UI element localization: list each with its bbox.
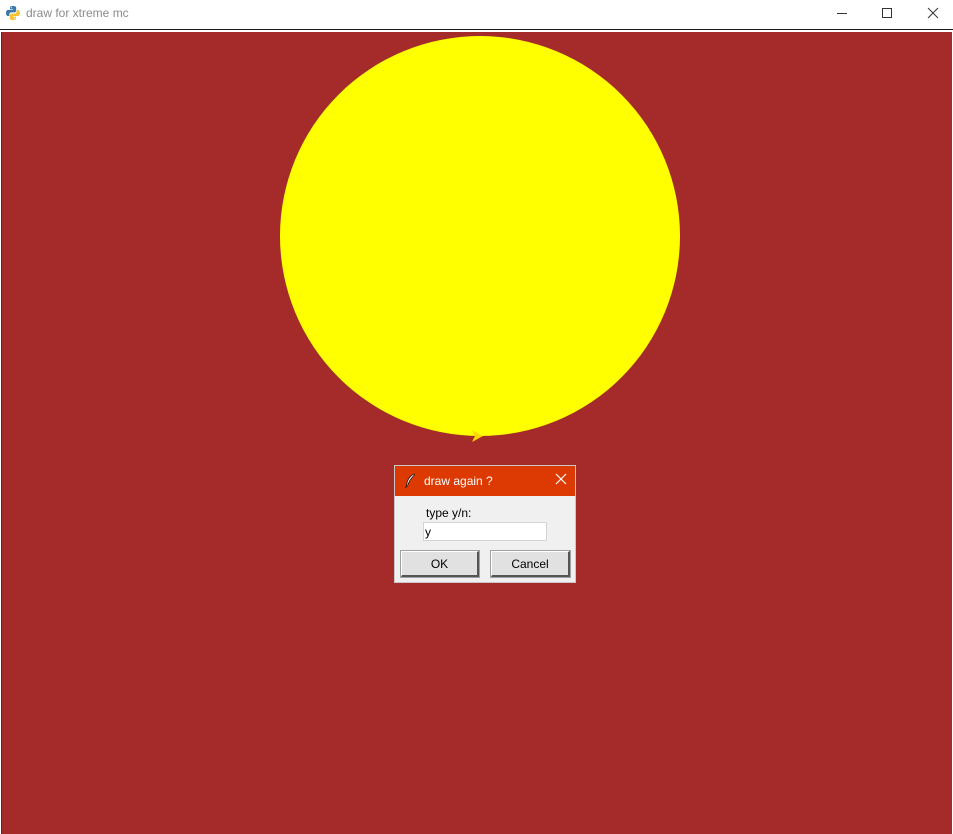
yellow-circle — [280, 36, 680, 436]
window-title: draw for xtreme mc — [26, 6, 129, 20]
maximize-button[interactable] — [864, 0, 910, 29]
dialog-prompt-label: type y/n: — [426, 506, 472, 520]
answer-input[interactable] — [423, 522, 547, 541]
cancel-button[interactable]: Cancel — [490, 550, 571, 578]
window-titlebar[interactable]: draw for xtreme mc — [0, 0, 953, 30]
draw-again-dialog: draw again ? type y/n: OK Cancel — [394, 465, 576, 583]
close-icon — [927, 6, 939, 24]
close-button[interactable] — [910, 0, 953, 29]
python-icon — [5, 5, 21, 21]
minimize-icon — [836, 6, 848, 24]
app-window: draw for xtreme mc draw again ? type y/n… — [0, 0, 953, 834]
ok-button[interactable]: OK — [400, 550, 480, 578]
drawing-canvas[interactable] — [1, 32, 952, 834]
dialog-title: draw again ? — [424, 474, 493, 488]
minimize-button[interactable] — [819, 0, 865, 29]
dialog-titlebar[interactable]: draw again ? — [395, 466, 575, 496]
maximize-icon — [881, 6, 893, 24]
close-icon — [555, 472, 567, 490]
dialog-close-button[interactable] — [546, 466, 575, 496]
feather-icon — [404, 473, 416, 489]
